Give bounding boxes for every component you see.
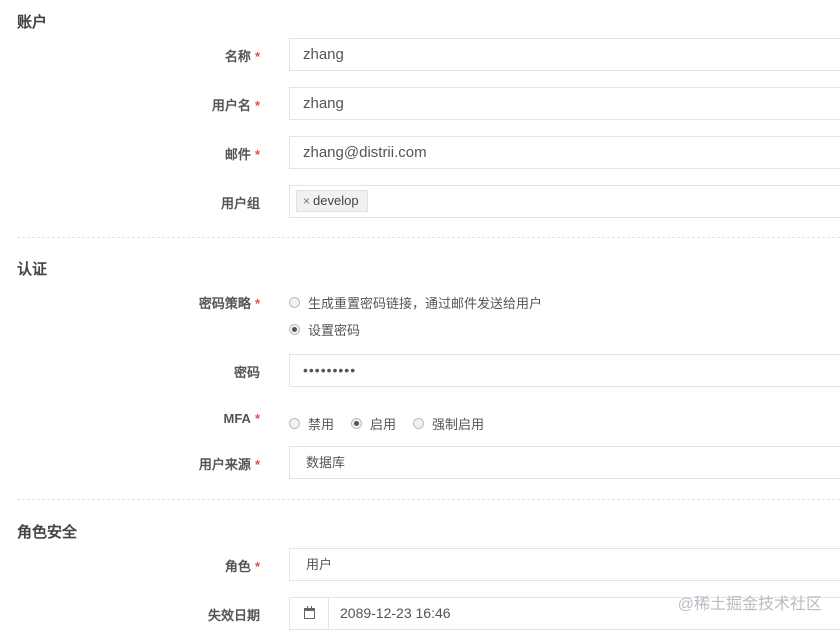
policy-radio-set-password-label: 设置密码 — [308, 323, 361, 338]
password-label: 密码 — [233, 365, 260, 380]
watermark: @稀土掘金技术社区 — [677, 596, 822, 613]
username-input[interactable]: zhang — [289, 87, 840, 120]
mfa-radio-disable[interactable]: 禁用 — [289, 414, 334, 433]
mfa-radio-disable-label: 禁用 — [308, 417, 335, 432]
required-mark: * — [254, 296, 260, 311]
group-label: 用户组 — [220, 196, 260, 211]
name-input[interactable]: zhang — [289, 38, 840, 71]
email-label: 邮件 * — [225, 144, 260, 163]
password-policy-label: 密码策略 * — [199, 293, 260, 312]
email-label-text: 邮件 — [224, 147, 251, 162]
radio-checked-icon[interactable] — [289, 324, 300, 335]
role-select[interactable]: 用户 — [289, 548, 840, 581]
radio-icon[interactable] — [413, 418, 424, 429]
required-mark: * — [254, 49, 260, 64]
password-input[interactable]: ••••••••• — [289, 354, 840, 387]
role-label-text: 角色 — [224, 559, 251, 574]
required-mark: * — [254, 559, 260, 574]
required-mark: * — [254, 457, 260, 472]
mfa-label: MFA * — [223, 411, 260, 426]
group-select[interactable] — [289, 185, 840, 218]
policy-radio-reset-link-label: 生成重置密码链接，通过邮件发送给用户 — [308, 296, 543, 311]
divider — [17, 499, 840, 500]
username-label-text: 用户名 — [211, 98, 251, 113]
expire-date-label: 失效日期 — [207, 608, 260, 623]
policy-radio-reset-link[interactable]: 生成重置密码链接，通过邮件发送给用户 — [289, 293, 542, 312]
mfa-radio-enable-label: 启用 — [370, 417, 397, 432]
group-tag: × develop — [296, 190, 368, 212]
password-policy-label-text: 密码策略 — [198, 296, 251, 311]
mfa-radio-force[interactable]: 强制启用 — [413, 414, 484, 433]
mfa-label-text: MFA — [223, 411, 251, 426]
user-form-page: 账户 名称 * zhang 用户名 * zhang 邮件 * zhang@distri… — [0, 0, 840, 630]
divider — [17, 237, 840, 238]
name-label: 名称 * — [225, 46, 260, 65]
calendar-icon[interactable] — [304, 606, 315, 619]
required-mark: * — [254, 147, 260, 162]
username-label: 用户名 * — [212, 95, 260, 114]
required-mark: * — [254, 411, 260, 426]
policy-radio-set-password[interactable]: 设置密码 — [289, 320, 360, 339]
radio-icon[interactable] — [289, 297, 300, 308]
role-label: 角色 * — [225, 556, 260, 575]
tag-remove-icon[interactable]: × — [303, 194, 310, 208]
mfa-radio-force-label: 强制启用 — [432, 417, 485, 432]
group-tag-label: develop — [313, 193, 359, 208]
email-input[interactable]: zhang@distrii.com — [289, 136, 840, 169]
required-mark: * — [254, 98, 260, 113]
source-label-text: 用户来源 — [198, 457, 251, 472]
radio-icon[interactable] — [289, 418, 300, 429]
source-label: 用户来源 * — [199, 454, 260, 473]
radio-checked-icon[interactable] — [351, 418, 362, 429]
section-title-role-security: 角色安全 — [17, 524, 78, 541]
section-title-account: 账户 — [17, 14, 48, 31]
name-label-text: 名称 — [224, 49, 251, 64]
calendar-button[interactable] — [289, 597, 329, 630]
source-select[interactable]: 数据库 — [289, 446, 840, 479]
mfa-radio-enable[interactable]: 启用 — [351, 414, 396, 433]
section-title-auth: 认证 — [17, 261, 48, 278]
